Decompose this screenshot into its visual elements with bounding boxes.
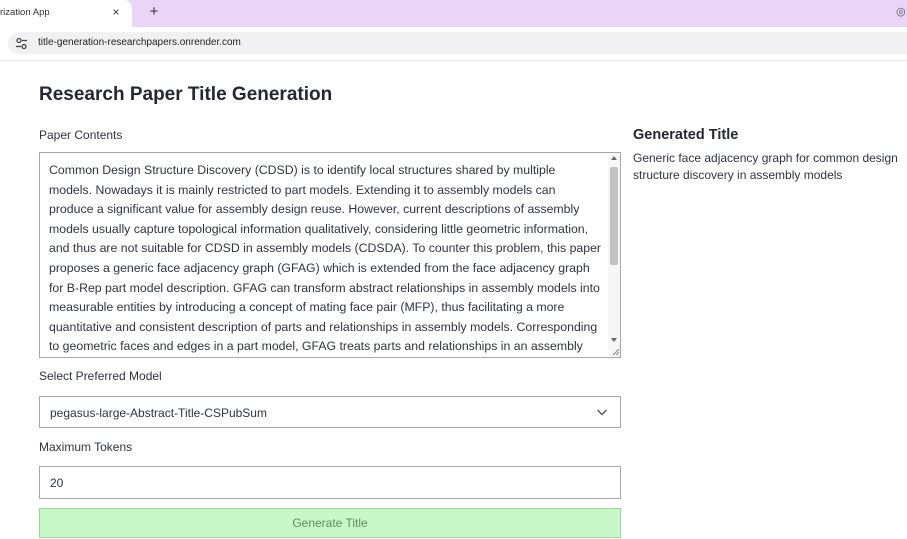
model-select-label: Select Preferred Model (39, 369, 162, 383)
resize-grip-icon[interactable] (611, 347, 620, 356)
scroll-up-icon[interactable] (611, 156, 617, 160)
paper-contents-textarea[interactable]: Common Design Structure Discovery (CDSD)… (39, 152, 621, 358)
paper-contents-text: Common Design Structure Discovery (CDSD)… (49, 163, 602, 354)
page-title: Research Paper Title Generation (39, 84, 333, 105)
scroll-down-icon[interactable] (611, 338, 617, 342)
url-text: title-generation-researchpapers.onrender… (38, 37, 241, 48)
chevron-down-icon[interactable] (596, 407, 608, 417)
model-select[interactable]: pegasus-large-Abstract-Title-CSPubSum (39, 396, 621, 428)
tab-close-icon[interactable]: × (109, 5, 123, 19)
browser-tab-strip: rization App × + (0, 0, 907, 27)
max-tokens-label: Maximum Tokens (39, 440, 133, 454)
address-bar[interactable]: title-generation-researchpapers.onrender… (8, 32, 907, 54)
generated-title-heading: Generated Title (633, 127, 739, 143)
extension-icon[interactable]: ◎ (896, 5, 907, 18)
paper-contents-label: Paper Contents (39, 128, 123, 142)
browser-tab[interactable]: rization App × (0, 0, 132, 27)
new-tab-icon[interactable]: + (146, 4, 162, 20)
browser-toolbar: title-generation-researchpapers.onrender… (0, 27, 907, 61)
generate-title-button[interactable]: Generate Title (39, 508, 621, 538)
scroll-thumb[interactable] (610, 167, 618, 265)
generated-title-text: Generic face adjacency graph for common … (633, 151, 898, 182)
textarea-scrollbar[interactable] (608, 153, 620, 357)
tab-title: rization App (0, 7, 50, 18)
model-select-value: pegasus-large-Abstract-Title-CSPubSum (50, 406, 267, 420)
tune-icon[interactable] (15, 37, 28, 50)
max-tokens-input[interactable] (39, 466, 621, 499)
